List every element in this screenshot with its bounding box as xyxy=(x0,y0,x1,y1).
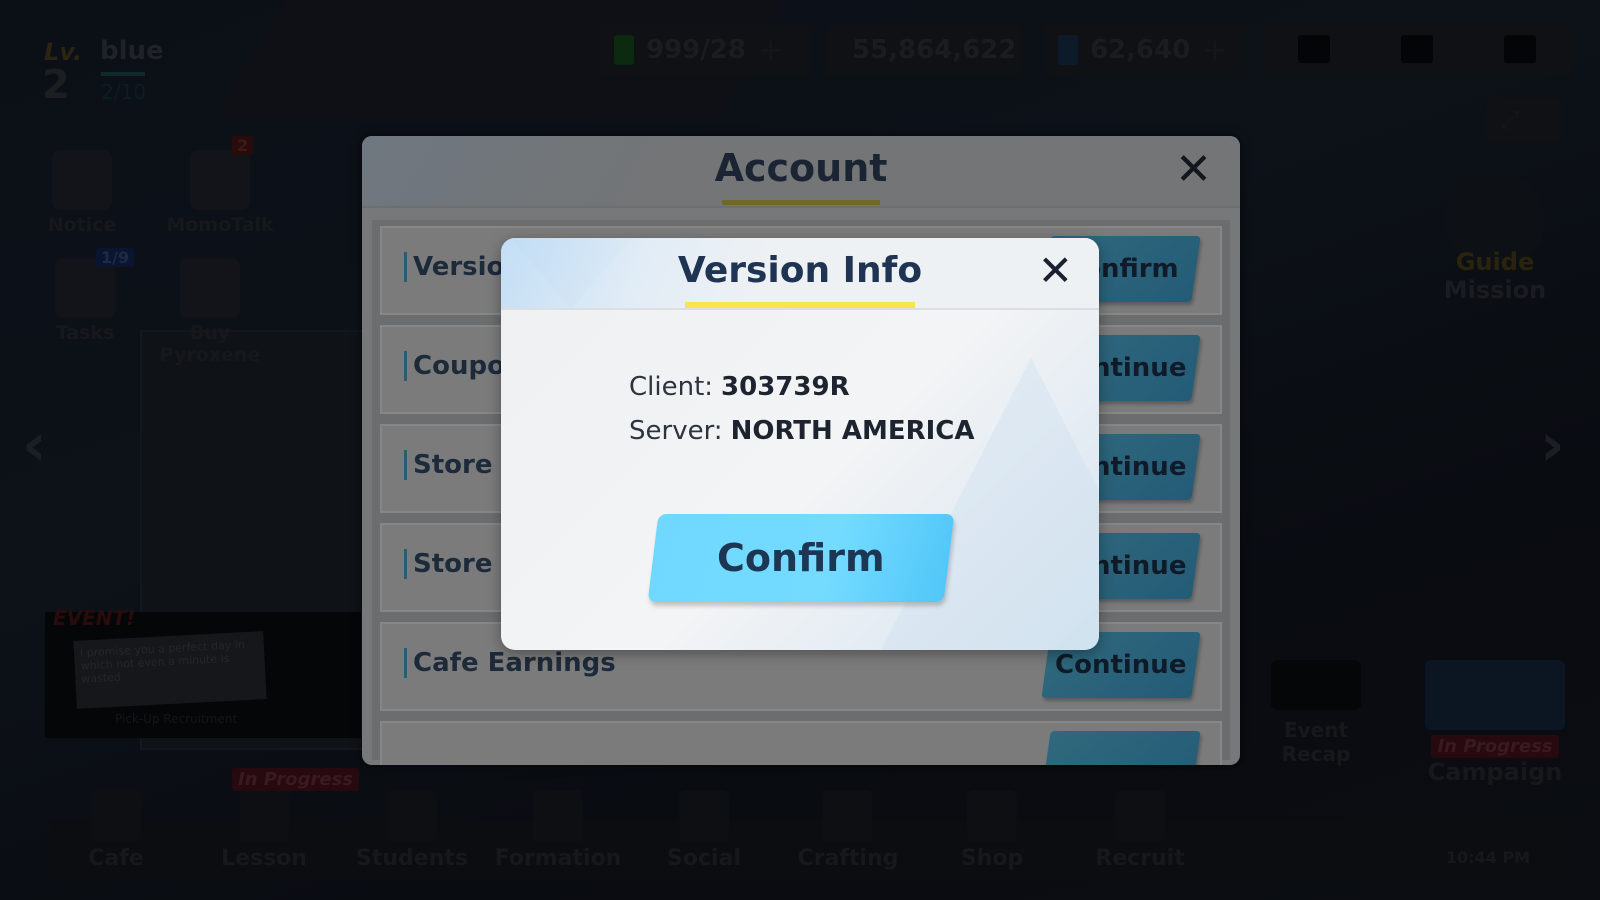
tasks-label: Tasks xyxy=(55,322,115,344)
add-ap-button[interactable]: + xyxy=(758,33,783,68)
buy-pyroxene-button[interactable]: Buy Pyroxene xyxy=(150,258,270,366)
notice-label: Notice xyxy=(47,214,117,236)
shopping-bag-icon xyxy=(180,258,240,318)
nav-social[interactable]: Social xyxy=(667,790,741,871)
account-header: Account ✕ xyxy=(362,136,1240,208)
ap-value: 999/28 xyxy=(646,35,746,65)
nav-crafting[interactable]: Crafting xyxy=(797,790,899,871)
chevron-right-icon[interactable]: › xyxy=(1540,410,1565,480)
campaign-button[interactable]: In Progress Campaign xyxy=(1420,660,1570,786)
exp-bar xyxy=(101,72,145,76)
event-recap-button[interactable]: Event Recap xyxy=(1256,660,1376,766)
event-subtitle: Pick-Up Recruitment xyxy=(115,712,238,726)
shop-icon xyxy=(967,790,1017,842)
dialog-title: Version Info xyxy=(677,250,923,291)
pyroxene-value: 62,640 xyxy=(1090,35,1191,65)
nav-students[interactable]: Students xyxy=(356,790,468,871)
row-label: Cafe Earnings xyxy=(404,648,616,678)
confirm-label: Confirm xyxy=(717,536,885,580)
nav-label: Cafe xyxy=(88,846,144,871)
client-value: 303739R xyxy=(721,372,850,402)
momotalk-button[interactable]: MomoTalk 2 xyxy=(160,136,280,236)
recruit-mascot-icon xyxy=(1114,790,1165,842)
add-pyroxene-button[interactable]: + xyxy=(1202,33,1227,68)
megaphone-icon xyxy=(52,150,112,210)
nav-label: Students xyxy=(356,846,468,871)
expand-icon: ⤢ xyxy=(1500,106,1520,134)
cafe-cup-icon xyxy=(90,790,141,842)
username: blue xyxy=(100,36,164,66)
event-title: EVENT! xyxy=(53,606,136,630)
nav-label: Shop xyxy=(960,846,1024,871)
momotalk-badge: 2 xyxy=(232,136,254,155)
nav-label: Lesson xyxy=(221,846,307,871)
event-recap-label: Event Recap xyxy=(1281,718,1351,766)
crafting-lock-icon xyxy=(822,790,873,842)
guide-mission-button[interactable]: Guide Mission xyxy=(1430,170,1560,304)
chevron-left-icon[interactable]: ‹ xyxy=(22,410,47,480)
clock: 10:44 PM xyxy=(1445,848,1530,867)
fullscreen-button[interactable]: ⤢ xyxy=(1486,98,1562,142)
confirm-button[interactable]: Confirm xyxy=(647,514,955,602)
students-card-icon xyxy=(387,790,437,842)
guide-label: Guide xyxy=(1455,248,1535,276)
list-item xyxy=(380,721,1222,765)
lesson-status-badge: In Progress xyxy=(232,768,360,791)
button-label: Continue xyxy=(1055,650,1187,680)
campaign-status-badge: In Progress xyxy=(1431,735,1559,758)
lock-icon xyxy=(1271,660,1361,710)
mail-icon[interactable] xyxy=(1400,35,1433,63)
decor-triangle xyxy=(881,358,1099,650)
client-version: Client: 303739R xyxy=(629,372,850,402)
phone-icon xyxy=(190,150,250,210)
client-label: Client: xyxy=(629,372,714,402)
server-info: Server: NORTH AMERICA xyxy=(629,416,975,446)
tasks-badge: 1/9 xyxy=(96,248,135,267)
close-icon[interactable]: ✕ xyxy=(1175,148,1212,192)
nav-label: Formation xyxy=(494,846,622,871)
momotalk-label: MomoTalk xyxy=(166,214,274,236)
nav-label: Social xyxy=(667,846,741,871)
buy-pyroxene-label: Buy Pyroxene xyxy=(159,322,261,366)
tasks-button[interactable]: Tasks 1/9 xyxy=(50,248,135,344)
credits-counter: 55,864,622 xyxy=(826,24,1022,76)
folder-icon xyxy=(1425,660,1565,730)
account-title: Account xyxy=(714,146,888,190)
nav-lesson[interactable]: Lesson xyxy=(221,790,307,871)
dialog-header: Version Info ✕ xyxy=(501,238,1099,310)
lesson-lock-icon xyxy=(239,790,289,842)
top-icons xyxy=(1262,22,1572,76)
nav-recruit[interactable]: Recruit xyxy=(1095,790,1185,871)
close-icon[interactable]: ✕ xyxy=(1038,250,1073,292)
social-chat-icon xyxy=(679,790,729,842)
event-card-text: I promise you a perfect day in which not… xyxy=(73,631,267,709)
nav-cafe[interactable]: Cafe xyxy=(88,790,144,871)
menu-grid-icon[interactable] xyxy=(1504,35,1537,63)
notice-button[interactable]: Notice xyxy=(42,150,122,236)
pyroxene-icon xyxy=(1058,35,1078,65)
nav-shop[interactable]: Shop xyxy=(961,790,1023,871)
nav-label: Crafting xyxy=(797,846,899,871)
version-info-dialog: Version Info ✕ Client: 303739R Server: NOR… xyxy=(501,238,1099,650)
nav-formation[interactable]: Formation xyxy=(494,790,622,871)
row-button[interactable] xyxy=(1041,731,1201,765)
ap-counter[interactable]: 999/28 + xyxy=(600,24,810,76)
mission-label: Mission xyxy=(1443,276,1547,304)
server-value: NORTH AMERICA xyxy=(730,416,975,446)
nav-label: Recruit xyxy=(1095,846,1185,871)
exp-value: 2/10 xyxy=(101,80,146,104)
profile-icon[interactable] xyxy=(1297,35,1330,63)
level-value: 2 xyxy=(42,62,70,108)
server-label: Server: xyxy=(629,416,723,446)
title-underline xyxy=(722,200,880,205)
event-banner[interactable]: EVENT! I promise you a perfect day in wh… xyxy=(45,606,361,738)
campaign-label: Campaign xyxy=(1427,758,1563,786)
clipboard-icon xyxy=(55,258,115,318)
formation-board-icon xyxy=(533,790,583,842)
pyroxene-counter[interactable]: 62,640 + xyxy=(1044,24,1244,76)
title-underline xyxy=(685,302,915,308)
credits-value: 55,864,622 xyxy=(852,35,1017,65)
lightning-icon xyxy=(614,35,634,65)
